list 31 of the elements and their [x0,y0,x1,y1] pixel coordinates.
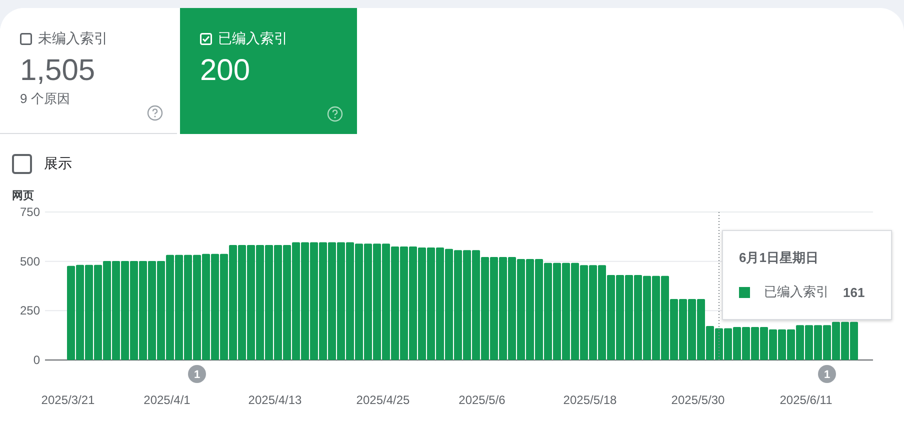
tab[interactable]: 已编入索引 200 [180,8,357,134]
tick-label: 2025/4/25 [356,393,410,407]
tick-label: 500 [20,254,40,268]
tab-label: 已编入索引 [218,30,288,48]
legend-swatch [739,286,750,298]
help-icon[interactable] [327,106,343,122]
annotation-marker[interactable]: 1 [188,365,206,383]
count: 200 [200,54,252,88]
checkbox[interactable] [12,154,32,174]
checkbox-label: 展示 [44,155,72,173]
tooltip-title: 6月1日星期日 [739,249,820,267]
help-icon[interactable] [147,105,163,121]
count: 1,505 [20,54,96,88]
series-name: 已编入索引 [764,283,829,301]
annotation-marker[interactable]: 1 [818,365,836,383]
series-value: 161 [843,284,865,300]
tick-label: 750 [20,205,40,219]
tick-label: 2025/4/1 [144,393,190,407]
tick-label: 2025/5/6 [458,393,506,407]
tab[interactable]: 未编入索引 1,505 9 个原因 [0,8,177,134]
tab-label: 未编入索引 [38,30,108,48]
tick-label: 2025/3/21 [41,393,95,407]
tick-label: 2025/4/13 [248,393,302,407]
tick-label: 2025/6/11 [780,393,832,407]
reason-count: 9 个原因 [20,90,71,108]
tick-label: 2025/5/18 [563,393,617,407]
checkbox[interactable] [20,33,32,45]
tick-label: 0 [33,353,40,367]
axis-title: 网页 [12,190,34,202]
tick-label: 250 [20,304,40,318]
tick-label: 2025/5/30 [671,393,725,407]
